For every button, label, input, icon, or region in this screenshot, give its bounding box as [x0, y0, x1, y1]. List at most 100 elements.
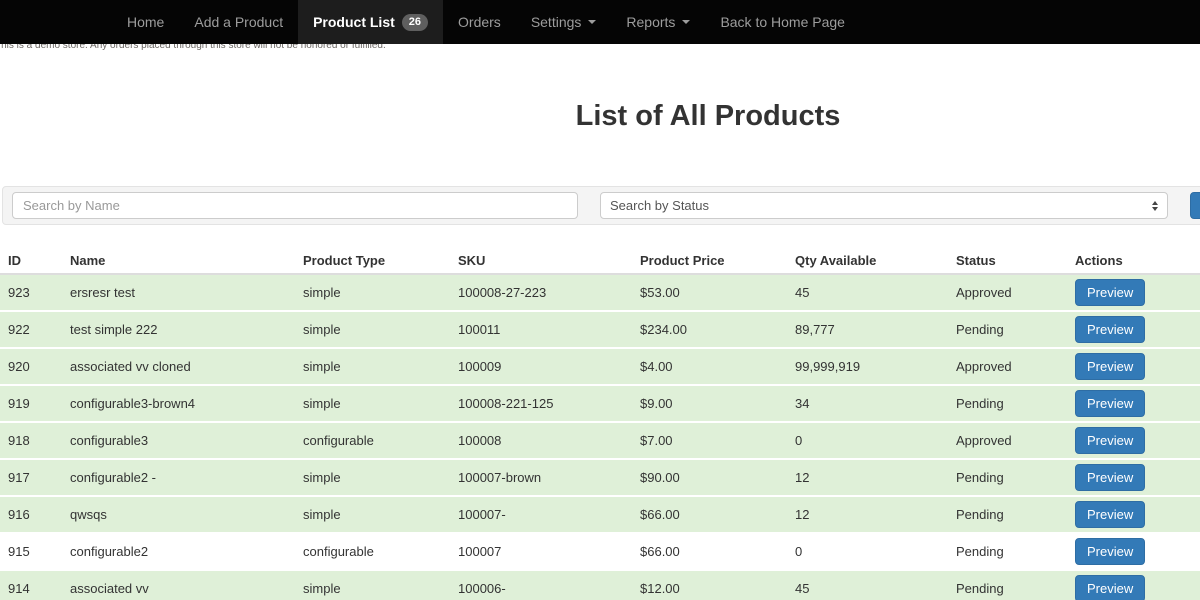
cell-status: Pending: [948, 385, 1067, 422]
status-select-value: Search by Status: [610, 198, 709, 213]
search-button[interactable]: [1190, 192, 1200, 219]
nav-link[interactable]: Add a Product: [179, 0, 298, 44]
preview-button[interactable]: Preview: [1075, 390, 1145, 417]
search-name-input[interactable]: [12, 192, 578, 219]
column-header: Status: [948, 248, 1067, 274]
cell-product-type: configurable: [295, 422, 450, 459]
column-header: Product Type: [295, 248, 450, 274]
cell-sku: 100006-: [450, 570, 632, 600]
cell-actions: Preview: [1067, 422, 1200, 459]
cell-qty-available: 45: [787, 570, 948, 600]
cell-id: 917: [0, 459, 62, 496]
top-navbar: Home Add a Product Product List 26 Order…: [0, 0, 1200, 44]
cell-qty-available: 12: [787, 496, 948, 533]
cell-status: Pending: [948, 533, 1067, 570]
search-status-select[interactable]: Search by Status: [600, 192, 1168, 219]
table-row: 919 configurable3-brown4 simple 100008-2…: [0, 385, 1200, 422]
column-header: Name: [62, 248, 295, 274]
nav-item-label: Settings: [531, 14, 582, 30]
navbar-menu: Home Add a Product Product List 26 Order…: [0, 0, 1200, 44]
cell-status: Pending: [948, 311, 1067, 348]
table-row: 923 ersresr test simple 100008-27-223 $5…: [0, 274, 1200, 311]
cell-product-price: $66.00: [632, 496, 787, 533]
column-header: Qty Available: [787, 248, 948, 274]
preview-button[interactable]: Preview: [1075, 575, 1145, 600]
column-header: ID: [0, 248, 62, 274]
nav-item-label: Reports: [626, 14, 675, 30]
preview-button[interactable]: Preview: [1075, 501, 1145, 528]
nav-link[interactable]: Settings: [516, 0, 612, 44]
preview-button[interactable]: Preview: [1075, 279, 1145, 306]
preview-button[interactable]: Preview: [1075, 538, 1145, 565]
cell-name: configurable3: [62, 422, 295, 459]
cell-status: Pending: [948, 496, 1067, 533]
cell-actions: Preview: [1067, 570, 1200, 600]
cell-id: 914: [0, 570, 62, 600]
cell-qty-available: 0: [787, 533, 948, 570]
cell-sku: 100007-brown: [450, 459, 632, 496]
cell-product-type: simple: [295, 459, 450, 496]
table-row: 917 configurable2 - simple 100007-brown …: [0, 459, 1200, 496]
preview-button[interactable]: Preview: [1075, 427, 1145, 454]
preview-button[interactable]: Preview: [1075, 464, 1145, 491]
nav-link[interactable]: Orders: [443, 0, 516, 44]
cell-actions: Preview: [1067, 385, 1200, 422]
cell-name: associated vv cloned: [62, 348, 295, 385]
cell-qty-available: 89,777: [787, 311, 948, 348]
cell-sku: 100007-: [450, 496, 632, 533]
cell-product-type: configurable: [295, 533, 450, 570]
table-row: 916 qwsqs simple 100007- $66.00 12 Pendi…: [0, 496, 1200, 533]
cell-sku: 100011: [450, 311, 632, 348]
cell-product-type: simple: [295, 274, 450, 311]
caret-down-icon: [588, 20, 596, 24]
nav-link[interactable]: Reports: [611, 0, 705, 44]
nav-item-label: Product List: [313, 14, 395, 30]
cell-actions: Preview: [1067, 274, 1200, 311]
cell-product-price: $12.00: [632, 570, 787, 600]
cell-id: 919: [0, 385, 62, 422]
cell-product-price: $4.00: [632, 348, 787, 385]
cell-product-type: simple: [295, 348, 450, 385]
cell-actions: Preview: [1067, 311, 1200, 348]
nav-item-label: Add a Product: [194, 14, 283, 30]
nav-item-label: Home: [127, 14, 164, 30]
table-row: 915 configurable2 configurable 100007 $6…: [0, 533, 1200, 570]
cell-id: 915: [0, 533, 62, 570]
cell-product-price: $7.00: [632, 422, 787, 459]
cell-name: associated vv: [62, 570, 295, 600]
nav-item-product-list: Product List 26: [298, 0, 443, 44]
preview-button[interactable]: Preview: [1075, 353, 1145, 380]
cell-product-type: simple: [295, 311, 450, 348]
preview-button[interactable]: Preview: [1075, 316, 1145, 343]
nav-link[interactable]: Home: [112, 0, 179, 44]
table-body: 923 ersresr test simple 100008-27-223 $5…: [0, 274, 1200, 600]
table-row: 922 test simple 222 simple 100011 $234.0…: [0, 311, 1200, 348]
nav-item-label: Orders: [458, 14, 501, 30]
page-title: List of All Products: [0, 100, 1200, 133]
count-badge: 26: [402, 14, 428, 31]
nav-item-label: Back to Home Page: [720, 14, 845, 30]
cell-name: configurable2: [62, 533, 295, 570]
cell-id: 922: [0, 311, 62, 348]
cell-product-price: $53.00: [632, 274, 787, 311]
column-header: Actions: [1067, 248, 1200, 274]
nav-item-settings: Settings: [516, 0, 612, 44]
cell-qty-available: 45: [787, 274, 948, 311]
cell-actions: Preview: [1067, 348, 1200, 385]
caret-down-icon: [682, 20, 690, 24]
cell-status: Pending: [948, 459, 1067, 496]
nav-item-add-a-product: Add a Product: [179, 0, 298, 44]
cell-sku: 100007: [450, 533, 632, 570]
cell-name: test simple 222: [62, 311, 295, 348]
nav-link[interactable]: Back to Home Page: [705, 0, 860, 44]
cell-qty-available: 34: [787, 385, 948, 422]
cell-name: configurable2 -: [62, 459, 295, 496]
cell-name: ersresr test: [62, 274, 295, 311]
cell-product-price: $9.00: [632, 385, 787, 422]
cell-status: Approved: [948, 348, 1067, 385]
cell-sku: 100009: [450, 348, 632, 385]
nav-item-home: Home: [112, 0, 179, 44]
cell-actions: Preview: [1067, 496, 1200, 533]
cell-name: configurable3-brown4: [62, 385, 295, 422]
nav-link[interactable]: Product List 26: [298, 0, 443, 44]
